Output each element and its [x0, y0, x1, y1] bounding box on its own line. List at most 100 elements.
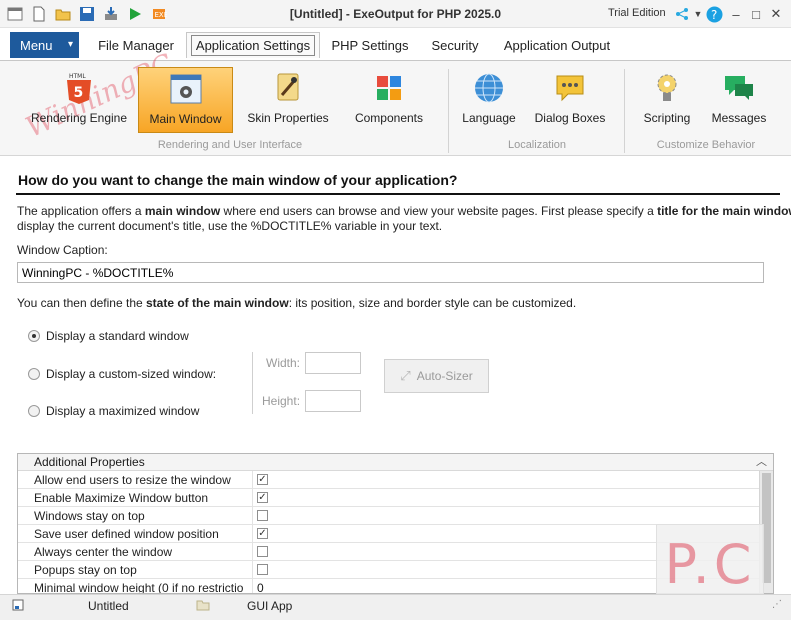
checkbox[interactable]	[257, 564, 268, 575]
puzzle-icon	[372, 71, 406, 105]
state-text: You can then define the state of the mai…	[17, 296, 577, 310]
intro-text: The application offers a main window whe…	[17, 204, 791, 218]
height-input[interactable]	[305, 390, 361, 412]
tab-application-output[interactable]: Application Output	[498, 32, 616, 58]
property-value: ✓	[252, 489, 759, 506]
table-row[interactable]: Allow end users to resize the window ✓	[18, 471, 759, 489]
radio-maximized-window[interactable]: Display a maximized window	[28, 404, 199, 418]
collapse-icon[interactable]: ︿	[756, 454, 767, 470]
status-bar: Untitled GUI App ⋰	[0, 594, 791, 620]
rendering-engine-button[interactable]: HTML 5 Rendering Engine	[26, 67, 132, 133]
ribbon-label: Scripting	[643, 111, 691, 125]
svg-text:5: 5	[74, 85, 84, 101]
checkbox[interactable]: ✓	[257, 528, 268, 539]
bulb-gear-icon	[650, 71, 684, 105]
radio-custom-sized-window[interactable]: Display a custom-sized window:	[28, 367, 216, 381]
table-row[interactable]: Enable Maximize Window button ✓	[18, 489, 759, 507]
close-icon[interactable]: ✕	[766, 4, 786, 24]
ribbon-label: Dialog Boxes	[534, 111, 606, 125]
radio-button[interactable]	[28, 330, 40, 342]
language-button[interactable]: Language	[456, 67, 522, 133]
property-name: Allow end users to resize the window	[34, 473, 231, 487]
width-input[interactable]	[305, 352, 361, 374]
menu-label: Menu	[20, 37, 53, 53]
radio-label: Display a maximized window	[46, 404, 200, 418]
radio-button[interactable]	[28, 405, 40, 417]
ribbon-label: Rendering Engine	[30, 111, 128, 125]
help-icon[interactable]: ?	[704, 4, 724, 24]
table-row[interactable]: Popups stay on top	[18, 561, 759, 579]
property-name: Popups stay on top	[34, 563, 137, 577]
number-value[interactable]: 0	[257, 581, 264, 593]
dialog-boxes-button[interactable]: Dialog Boxes	[530, 67, 610, 133]
property-name: Windows stay on top	[34, 509, 145, 523]
property-value: ✓	[252, 471, 759, 488]
scripting-button[interactable]: Scripting	[634, 67, 700, 133]
window-caption-input[interactable]	[17, 262, 764, 283]
ribbon-separator	[624, 69, 625, 153]
messages-icon	[722, 71, 756, 105]
property-name: Enable Maximize Window button	[34, 491, 209, 505]
width-label: Width:	[266, 356, 301, 370]
property-value	[252, 507, 759, 524]
title-bar: EXE [Untitled] - ExeOutput for PHP 2025.…	[0, 0, 791, 28]
table-row[interactable]: Windows stay on top	[18, 507, 759, 525]
property-name: Save user defined window position	[34, 527, 219, 541]
resize-arrows-icon: ⤢	[400, 368, 411, 383]
main-window-button[interactable]: Main Window	[138, 67, 233, 133]
speech-bubble-icon	[553, 71, 587, 105]
messages-button[interactable]: Messages	[706, 67, 772, 133]
auto-sizer-label: Auto-Sizer	[416, 369, 473, 383]
components-button[interactable]: Components	[344, 67, 434, 133]
checkbox[interactable]: ✓	[257, 474, 268, 485]
menu-button[interactable]: Menu ▾	[10, 32, 79, 58]
document-icon	[12, 599, 24, 614]
svg-text:?: ?	[711, 8, 717, 22]
ribbon-label: Skin Properties	[247, 111, 329, 125]
globe-icon	[472, 71, 506, 105]
tab-security[interactable]: Security	[424, 32, 486, 58]
checkbox[interactable]: ✓	[257, 492, 268, 503]
ribbon-label: Main Window	[149, 112, 222, 126]
options-divider	[252, 352, 253, 414]
chevron-down-icon: ▾	[67, 39, 73, 50]
heading-divider	[16, 193, 780, 195]
folder-icon	[196, 599, 210, 614]
ribbon-panel: WinningPC HTML 5 Rendering Engine Main Wi…	[0, 47, 791, 156]
tab-php-settings[interactable]: PHP Settings	[328, 32, 412, 58]
grid-header[interactable]: Additional Properties ︿	[18, 454, 773, 471]
tab-file-manager[interactable]: File Manager	[92, 32, 180, 58]
tab-application-settings[interactable]: Application Settings	[186, 32, 320, 58]
property-name: Minimal window height (0 if no restricti…	[34, 581, 244, 594]
table-row[interactable]: Minimal window height (0 if no restricti…	[18, 579, 759, 594]
svg-text:HTML: HTML	[69, 73, 86, 80]
grid-header-label: Additional Properties	[34, 455, 145, 469]
minimize-icon[interactable]: –	[726, 4, 746, 24]
pc-watermark-logo: P.C	[656, 524, 764, 604]
brush-icon	[271, 71, 305, 105]
group-label-rendering: Rendering and User Interface	[157, 139, 303, 151]
radio-button[interactable]	[28, 368, 40, 380]
html5-icon: HTML 5	[62, 71, 96, 105]
radio-standard-window[interactable]: Display a standard window	[28, 329, 189, 343]
tab-label: Application Settings	[190, 35, 316, 56]
window-gear-icon	[169, 72, 203, 106]
checkbox[interactable]	[257, 510, 268, 521]
checkbox[interactable]	[257, 546, 268, 557]
ribbon-label: Components	[354, 111, 424, 125]
resize-grip-icon[interactable]: ⋰	[772, 599, 782, 610]
ribbon-label: Language	[462, 111, 516, 125]
auto-sizer-button[interactable]: ⤢ Auto-Sizer	[384, 359, 489, 393]
table-row[interactable]: Always center the window	[18, 543, 759, 561]
page-title: How do you want to change the main windo…	[18, 172, 458, 188]
intro-text-line2: display the current document's title, us…	[17, 219, 443, 233]
group-label-customize: Customize Behavior	[656, 139, 756, 151]
ribbon-label: Messages	[711, 111, 767, 125]
maximize-icon[interactable]: □	[746, 4, 766, 24]
radio-label: Display a standard window	[46, 329, 189, 343]
trial-edition-label: Trial Edition	[608, 7, 666, 19]
table-row[interactable]: Save user defined window position ✓	[18, 525, 759, 543]
radio-label: Display a custom-sized window:	[46, 367, 217, 381]
ribbon-separator	[448, 69, 449, 153]
skin-properties-button[interactable]: Skin Properties	[240, 67, 336, 133]
